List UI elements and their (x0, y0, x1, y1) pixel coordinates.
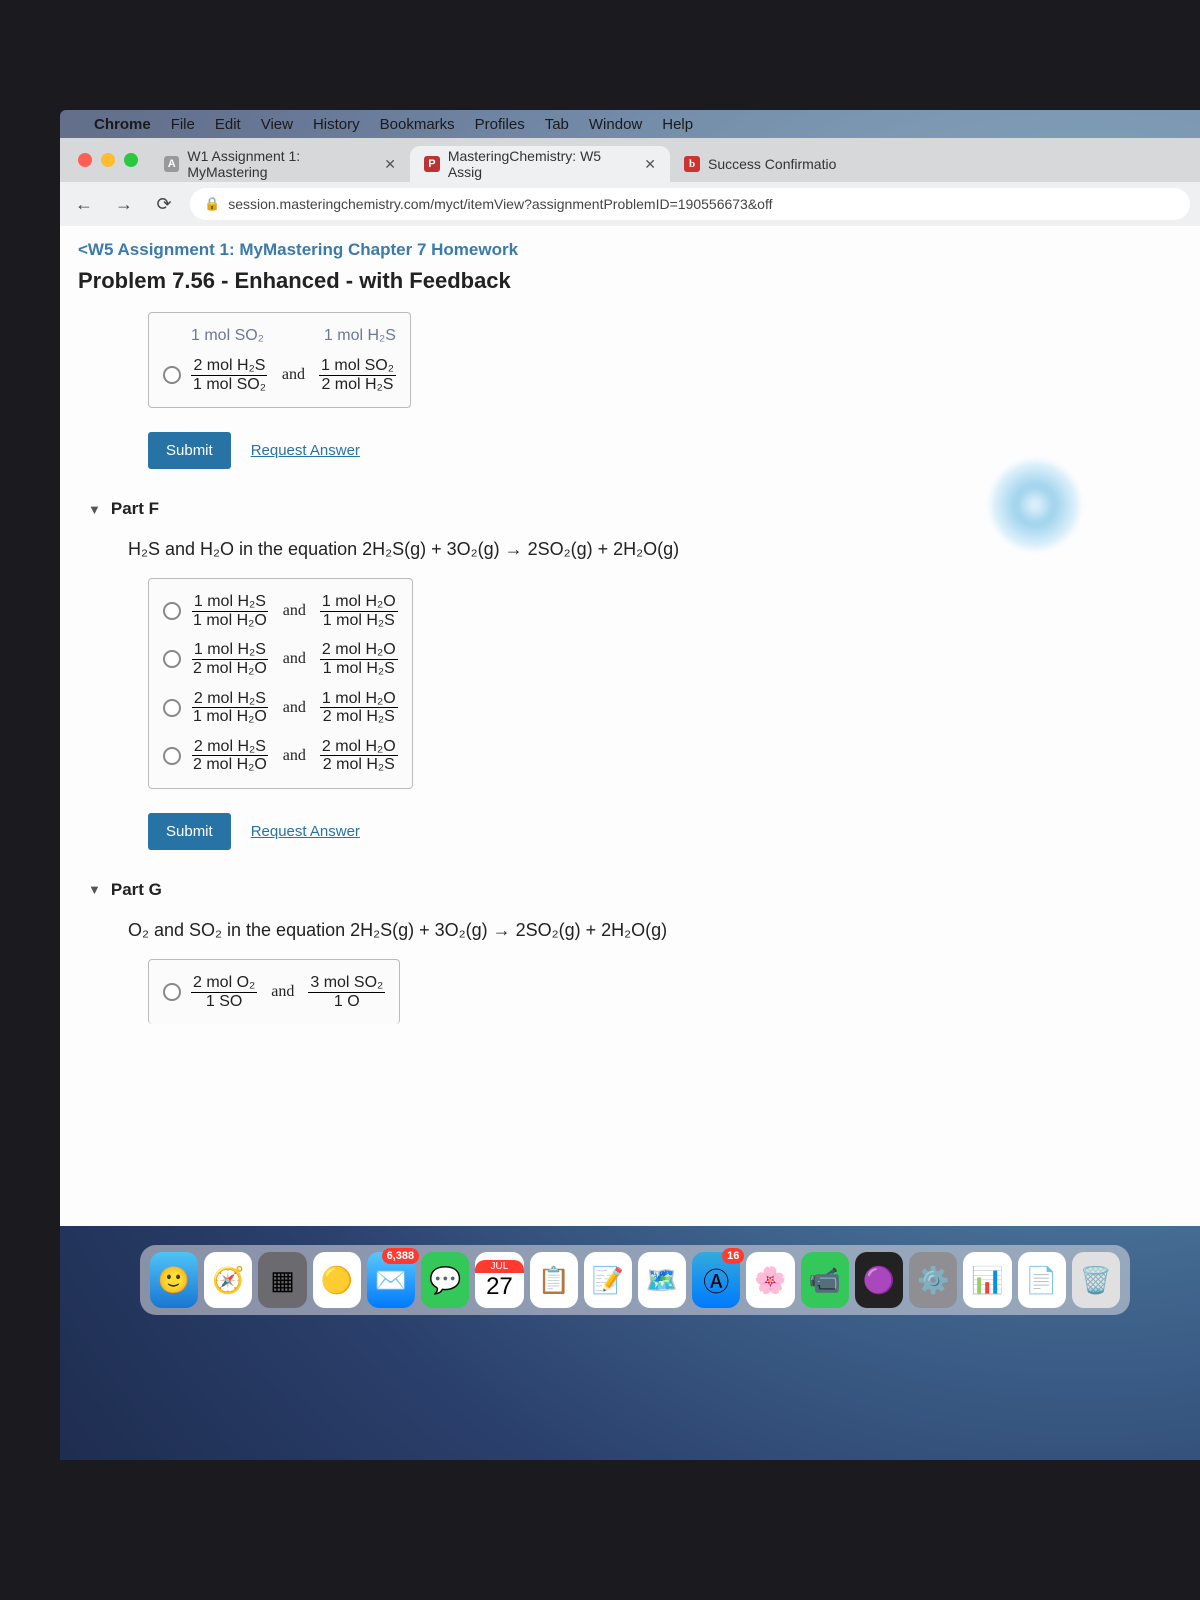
answer-options-box: 1 mol H₂S1 mol H₂O and 1 mol H₂O1 mol H₂… (148, 578, 413, 789)
collapse-icon[interactable]: ▼ (88, 882, 101, 897)
option-row[interactable]: 1 mol H₂S1 mol H₂O and 1 mol H₂O1 mol H₂… (163, 587, 398, 635)
favicon-icon: P (424, 156, 440, 172)
messages-icon[interactable]: 💬 (421, 1252, 469, 1308)
submit-button[interactable]: Submit (148, 813, 231, 850)
request-answer-link[interactable]: Request Answer (251, 442, 360, 459)
notes-icon[interactable]: 📝 (584, 1252, 632, 1308)
option-row-ghost: 1 mol SO₂ 1 mol H₂S (163, 321, 396, 351)
window-controls (66, 153, 150, 167)
mail-icon[interactable]: ✉️6,388 (367, 1252, 415, 1308)
request-answer-link[interactable]: Request Answer (251, 823, 360, 840)
browser-tabstrip: A W1 Assignment 1: MyMastering ✕ P Maste… (60, 138, 1200, 182)
menu-view[interactable]: View (261, 116, 293, 133)
answer-options-box: 2 mol O₂1 SO and 3 mol SO₂1 O (148, 959, 400, 1024)
menu-window[interactable]: Window (589, 116, 642, 133)
radio-button[interactable] (163, 366, 181, 384)
collapse-icon[interactable]: ▼ (88, 502, 101, 517)
finder-icon[interactable]: 🙂 (150, 1252, 198, 1308)
pages-icon[interactable]: 📄 (1018, 1252, 1066, 1308)
close-tab-icon[interactable]: ✕ (384, 156, 396, 173)
menubar-app[interactable]: Chrome (94, 116, 151, 133)
calendar-icon[interactable]: JUL27 (475, 1252, 523, 1308)
maps-icon[interactable]: 🗺️ (638, 1252, 686, 1308)
tab-label: MasteringChemistry: W5 Assig (448, 148, 636, 180)
option-row[interactable]: 2 mol O₂1 SO and 3 mol SO₂1 O (163, 968, 385, 1016)
option-row[interactable]: 2 mol H₂S1 mol SO₂ and 1 mol SO₂2 mol H₂… (163, 351, 396, 399)
reminders-icon[interactable]: 📋 (530, 1252, 578, 1308)
reload-button[interactable]: ⟳ (150, 190, 178, 218)
forward-button[interactable]: → (110, 190, 138, 218)
browser-tab[interactable]: P MasteringChemistry: W5 Assig ✕ (410, 146, 670, 182)
tab-label: W1 Assignment 1: MyMastering (187, 148, 376, 180)
launchpad-icon[interactable]: ▦ (258, 1252, 306, 1308)
macos-dock: 🙂 🧭 ▦ 🟡 ✉️6,388 💬 JUL27 📋 📝 🗺️ Ⓐ16 🌸 📹 🟣… (140, 1245, 1130, 1315)
browser-tab[interactable]: A W1 Assignment 1: MyMastering ✕ (150, 146, 410, 182)
mail-badge: 6,388 (382, 1248, 420, 1264)
lock-icon: 🔒 (204, 196, 220, 212)
radio-button[interactable] (163, 650, 181, 668)
option-row[interactable]: 2 mol H₂S1 mol H₂O and 1 mol H₂O2 mol H₂… (163, 684, 398, 732)
maximize-window-button[interactable] (124, 153, 138, 167)
safari-icon[interactable]: 🧭 (204, 1252, 252, 1308)
close-window-button[interactable] (78, 153, 92, 167)
question-prompt: O₂ and SO₂ in the equation 2H₂S(g) + 3O₂… (128, 920, 1182, 941)
breadcrumb[interactable]: <W5 Assignment 1: MyMastering Chapter 7 … (78, 240, 1182, 260)
menu-file[interactable]: File (171, 116, 195, 133)
store-badge: 16 (722, 1248, 744, 1264)
submit-button[interactable]: Submit (148, 432, 231, 469)
favicon-icon: A (164, 156, 179, 172)
menu-tab[interactable]: Tab (545, 116, 569, 133)
tab-label: Success Confirmatio (708, 156, 836, 172)
back-button[interactable]: ← (70, 190, 98, 218)
radio-button[interactable] (163, 983, 181, 1001)
trash-icon[interactable]: 🗑️ (1072, 1252, 1120, 1308)
address-bar[interactable]: 🔒 session.masteringchemistry.com/myct/it… (190, 188, 1190, 220)
minimize-window-button[interactable] (101, 153, 115, 167)
menu-edit[interactable]: Edit (215, 116, 241, 133)
problem-title: Problem 7.56 - Enhanced - with Feedback (78, 268, 1182, 294)
option-row[interactable]: 1 mol H₂S2 mol H₂O and 2 mol H₂O1 mol H₂… (163, 635, 398, 683)
answer-options-box: 1 mol SO₂ 1 mol H₂S 2 mol H₂S1 mol SO₂ a… (148, 312, 411, 408)
browser-tab[interactable]: b Success Confirmatio (670, 146, 850, 182)
numbers-icon[interactable]: 📊 (963, 1252, 1011, 1308)
menu-bookmarks[interactable]: Bookmarks (380, 116, 455, 133)
close-tab-icon[interactable]: ✕ (644, 156, 656, 173)
option-row[interactable]: 2 mol H₂S2 mol H₂O and 2 mol H₂O2 mol H₂… (163, 732, 398, 780)
menu-profiles[interactable]: Profiles (475, 116, 525, 133)
radio-button[interactable] (163, 602, 181, 620)
menu-help[interactable]: Help (662, 116, 693, 133)
part-heading[interactable]: ▼ Part G (88, 880, 1182, 900)
browser-toolbar: ← → ⟳ 🔒 session.masteringchemistry.com/m… (60, 182, 1200, 226)
photos-icon[interactable]: 🌸 (746, 1252, 794, 1308)
appstore-icon[interactable]: Ⓐ16 (692, 1252, 740, 1308)
menu-history[interactable]: History (313, 116, 360, 133)
page-content: <W5 Assignment 1: MyMastering Chapter 7 … (60, 226, 1200, 1226)
radio-button[interactable] (163, 747, 181, 765)
radio-button[interactable] (163, 699, 181, 717)
url-text: session.masteringchemistry.com/myct/item… (228, 196, 772, 212)
preferences-icon[interactable]: ⚙️ (909, 1252, 957, 1308)
chrome-icon[interactable]: 🟡 (313, 1252, 361, 1308)
macos-menubar: Chrome File Edit View History Bookmarks … (60, 110, 1200, 138)
facetime-icon[interactable]: 📹 (801, 1252, 849, 1308)
favicon-icon: b (684, 156, 700, 172)
siri-icon[interactable]: 🟣 (855, 1252, 903, 1308)
